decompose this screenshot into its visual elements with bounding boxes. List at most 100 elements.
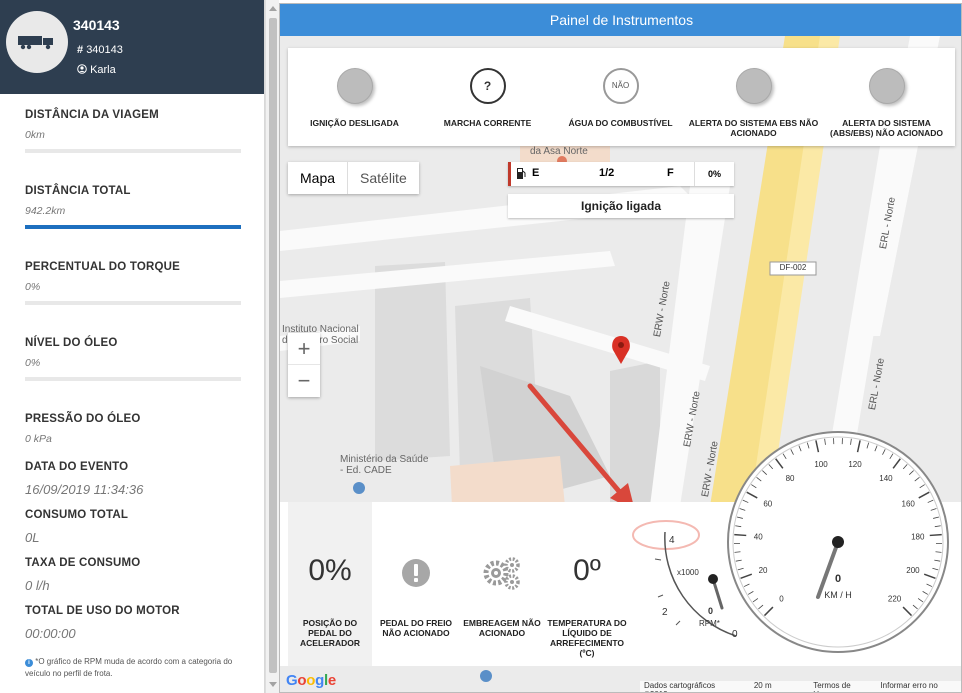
vehicle-name: 340143: [73, 17, 120, 33]
progress-bar: [25, 149, 241, 153]
indicator-abs-alert: ALERTA DO SISTEMA (ABS/EBS) NÃO ACIONADO: [820, 48, 953, 146]
instrument-panel: Painel de Instrumentos ERW - Norte ERW -…: [279, 3, 962, 693]
indicator-ebs-alert: ALERTA DO SISTEMA EBS NÃO ACIONADO: [687, 48, 820, 146]
stat-trip-distance: DISTÂNCIA DA VIAGEM 0km: [25, 109, 241, 153]
accelerator-value: 0%: [308, 554, 352, 587]
stat-label: NÍVEL DO ÓLEO: [25, 337, 118, 349]
speed-tick-label: 100: [814, 460, 828, 469]
stat-total-distance: DISTÂNCIA TOTAL 942.2km: [25, 185, 241, 229]
stat-value: 00:00:00: [25, 626, 76, 641]
info-icon: i: [25, 659, 33, 667]
sidebar: 340143 # 340143 Karla DISTÂNCIA DA VIAGE…: [0, 0, 265, 693]
zoom-in-button[interactable]: +: [288, 333, 320, 365]
stat-label: PERCENTUAL DO TORQUE: [25, 261, 181, 273]
progress-fill: [25, 225, 241, 229]
stat-label: TOTAL DE USO DO MOTOR: [25, 605, 180, 617]
stat-value: 0 l/h: [25, 578, 50, 593]
map-label-ministerio: Ministério da Saúde - Ed. CADE: [340, 454, 429, 476]
speed-tick-label: 0: [779, 595, 784, 604]
indicator-ignition: IGNIÇÃO DESLIGADA: [288, 48, 421, 146]
gears-icon: [483, 557, 520, 590]
vehicle-driver: Karla: [77, 64, 116, 76]
fuel-percent: 0%: [694, 162, 734, 186]
stat-oil-pressure: PRESSÃO DO ÓLEO 0 kPa: [25, 413, 241, 445]
driver-name: Karla: [90, 64, 116, 76]
speed-tick-label: 180: [911, 532, 925, 541]
speed-tick-label: 40: [754, 532, 763, 541]
stat-value: 942.2km: [25, 205, 66, 217]
speed-tick-label: 160: [902, 500, 916, 509]
map-scale-label: 20 m: [753, 681, 772, 690]
speed-tick-label: 120: [848, 460, 862, 469]
stat-label: DATA DO EVENTO: [25, 461, 129, 473]
zoom-out-button[interactable]: −: [288, 365, 320, 397]
speed-unit: KM / H: [824, 590, 852, 600]
indicator-label: ALERTA DO SISTEMA (ABS/EBS) NÃO ACIONADO: [829, 118, 944, 138]
scroll-up-arrow-icon[interactable]: [269, 6, 277, 11]
vehicle-id-value: 340143: [86, 44, 123, 56]
ignition-status: Ignição ligada: [508, 194, 734, 218]
rpm-footnote: i *O gráfico de RPM muda de acordo com a…: [25, 656, 250, 680]
progress-bar: [25, 301, 241, 305]
speed-tick-label: 220: [888, 595, 902, 604]
indicator-label: IGNIÇÃO DESLIGADA: [310, 118, 399, 128]
map-type-control: Mapa Satélite: [288, 162, 419, 194]
speed-tick-label: 200: [906, 566, 920, 575]
speed-tick-label: 80: [786, 474, 795, 483]
map-label-asa: da Asa Norte: [530, 146, 588, 157]
footnote-text: *O gráfico de RPM muda de acordo com a c…: [25, 657, 233, 678]
exclamation-icon: [402, 559, 430, 587]
fuel-indicator-bar: [508, 162, 511, 186]
speedometer: 0 20 40 60 80 100 120 140 160 180 200 220 0 KM / H: [727, 431, 949, 653]
scroll-down-arrow-icon[interactable]: [269, 682, 277, 687]
progress-bar: [25, 225, 241, 229]
indicator-label: MARCHA CORRENTE: [443, 118, 532, 128]
hash-icon: #: [77, 44, 84, 56]
user-icon: [77, 64, 87, 74]
stat-label: TAXA DE CONSUMO: [25, 557, 141, 569]
stat-torque: PERCENTUAL DO TORQUE 0%: [25, 261, 241, 305]
gauge-panel: 0% POSIÇÃO DO PEDAL DO ACELERADOR PEDAL …: [280, 431, 961, 666]
sidebar-scrollbar[interactable]: [265, 0, 279, 693]
map-road-badge: DF-002: [779, 263, 807, 272]
fuel-full-label: F: [667, 167, 674, 179]
scroll-thumb[interactable]: [269, 18, 277, 673]
fuel-empty-label: E: [532, 167, 540, 179]
panel-title: Painel de Instrumentos: [280, 4, 961, 36]
accelerator-gauge: 0% POSIÇÃO DO PEDAL DO ACELERADOR: [288, 502, 372, 666]
map[interactable]: ERW - Norte ERW - Norte ERW - Norte ERL …: [280, 36, 961, 692]
clutch-indicator: EMBREAGEM NÃO ACIONADO: [460, 502, 544, 666]
ebs-alert-icon: [735, 68, 772, 104]
coolant-gauge: 0º TEMPERATURA DO LÍQUIDO DE ARREFECIMEN…: [546, 502, 628, 666]
map-type-satellite-button[interactable]: Satélite: [347, 162, 419, 194]
speed-needle-hub: [832, 536, 844, 548]
speed-tick-label: 140: [879, 474, 893, 483]
coolant-value: 0º: [573, 554, 601, 587]
rpm-multiplier: x1000: [677, 568, 699, 577]
clutch-label: EMBREAGEM NÃO ACIONADO: [463, 618, 541, 638]
indicator-label: ALERTA DO SISTEMA EBS NÃO ACIONADO: [688, 118, 819, 138]
map-footer: Dados cartográficos ©2019 20 m Termos de…: [640, 681, 961, 692]
indicator-bar: IGNIÇÃO DESLIGADA ? MARCHA CORRENTE NÃO …: [288, 48, 955, 146]
vehicle-profile: 340143 # 340143 Karla: [0, 0, 264, 94]
truck-icon: [18, 36, 53, 50]
google-logo: Google: [286, 672, 336, 689]
progress-bar: [25, 377, 241, 381]
speed-major-tick: [734, 533, 747, 537]
speed-value: 0: [835, 573, 841, 585]
question-icon: ?: [469, 68, 506, 104]
stat-consumption-rate: TAXA DE CONSUMO 0 l/h: [25, 557, 241, 593]
stat-value: 0 kPa: [25, 433, 52, 445]
stat-value: 0%: [25, 281, 41, 293]
report-error-link[interactable]: Informar erro no mapa: [880, 681, 959, 692]
stat-value: 16/09/2019 11:34:36: [25, 482, 144, 497]
stat-label: DISTÂNCIA TOTAL: [25, 185, 131, 197]
rpm-unit: RPM*: [699, 619, 720, 628]
map-type-mapa-button[interactable]: Mapa: [288, 162, 347, 194]
rpm-tick-2: 2: [662, 607, 668, 618]
terms-link[interactable]: Termos de Uso: [813, 681, 866, 692]
stat-value: 0%: [25, 357, 41, 369]
fuel-level: 1/2: [599, 167, 615, 179]
stat-label: CONSUMO TOTAL: [25, 509, 129, 521]
stat-engine-usage: TOTAL DE USO DO MOTOR 00:00:00: [25, 605, 241, 641]
